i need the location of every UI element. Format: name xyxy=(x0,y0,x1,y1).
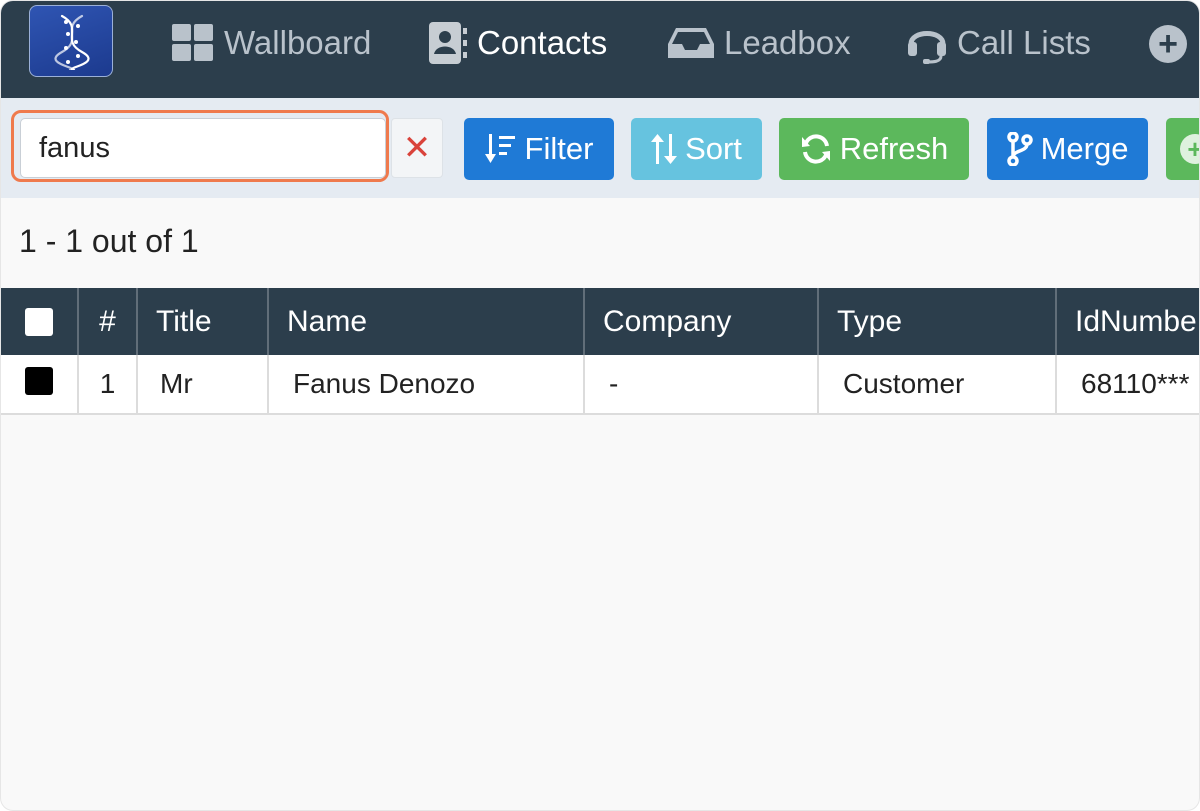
results-count: 1 - 1 out of 1 xyxy=(19,223,199,259)
nav-item-wallboard[interactable]: Wallboard xyxy=(172,21,371,65)
add-button[interactable]: + xyxy=(1166,118,1199,180)
headset-icon xyxy=(907,22,947,64)
nav-item-call-lists[interactable]: Call Lists xyxy=(907,21,1091,65)
grid-icon xyxy=(172,24,214,62)
plus-circle-icon[interactable]: + xyxy=(1149,25,1187,63)
select-all-checkbox-cell[interactable] xyxy=(1,288,79,355)
search-input[interactable]: fanus xyxy=(20,118,386,178)
column-header-type[interactable]: Type xyxy=(819,288,1057,355)
row-company: - xyxy=(585,355,819,413)
column-header-title[interactable]: Title xyxy=(138,288,269,355)
clear-search-button[interactable]: ✕ xyxy=(391,118,443,178)
filter-button[interactable]: Filter xyxy=(464,118,614,180)
row-id-number: 68110*** xyxy=(1081,368,1190,399)
close-icon: ✕ xyxy=(402,129,432,167)
filter-label: Filter xyxy=(524,131,594,166)
nav-label-wallboard: Wallboard xyxy=(224,24,372,61)
plus-icon: + xyxy=(1180,134,1199,164)
nav-label-call-lists: Call Lists xyxy=(957,24,1091,61)
top-navbar: Wallboard Contacts Leadbox Call Lists + xyxy=(1,1,1199,98)
column-header-number[interactable]: # xyxy=(79,288,138,355)
table-header: # Title Name Company Type IdNumbe xyxy=(1,288,1199,355)
refresh-button[interactable]: Refresh xyxy=(779,118,969,180)
inbox-icon xyxy=(668,26,714,60)
merge-label: Merge xyxy=(1040,131,1129,166)
nav-item-leadbox[interactable]: Leadbox xyxy=(668,21,851,65)
column-header-company[interactable]: Company xyxy=(585,288,819,355)
row-type: Customer xyxy=(819,355,1057,413)
nav-label-leadbox: Leadbox xyxy=(724,24,851,61)
toolbar: fanus ✕ Filter Sort Refresh Merge + xyxy=(1,98,1199,198)
row-checkbox-cell[interactable] xyxy=(1,355,79,413)
sort-label: Sort xyxy=(685,131,742,166)
select-all-checkbox[interactable] xyxy=(25,307,53,336)
refresh-icon xyxy=(800,133,832,165)
app-logo[interactable] xyxy=(29,5,113,77)
contact-card-icon xyxy=(429,22,467,64)
nav-item-contacts[interactable]: Contacts xyxy=(429,21,607,65)
dna-logo-icon xyxy=(54,14,90,70)
column-header-name[interactable]: Name xyxy=(269,288,585,355)
column-header-id-number[interactable]: IdNumbe xyxy=(1057,288,1199,355)
filter-sort-icon xyxy=(484,134,517,164)
sort-arrows-icon xyxy=(651,134,678,164)
code-branch-icon xyxy=(1006,132,1033,166)
nav-label-contacts: Contacts xyxy=(477,24,608,61)
app-window: Wallboard Contacts Leadbox Call Lists + … xyxy=(1,1,1199,810)
row-checkbox[interactable] xyxy=(25,367,53,395)
row-number: 1 xyxy=(79,355,138,413)
row-title: Mr xyxy=(138,355,269,413)
row-name[interactable]: Fanus Denozo xyxy=(269,355,585,413)
refresh-label: Refresh xyxy=(839,131,949,166)
table-row[interactable]: 1 Mr Fanus Denozo - Customer 68110*** xyxy=(1,355,1199,415)
sort-button[interactable]: Sort xyxy=(631,118,762,180)
merge-button[interactable]: Merge xyxy=(987,118,1148,180)
